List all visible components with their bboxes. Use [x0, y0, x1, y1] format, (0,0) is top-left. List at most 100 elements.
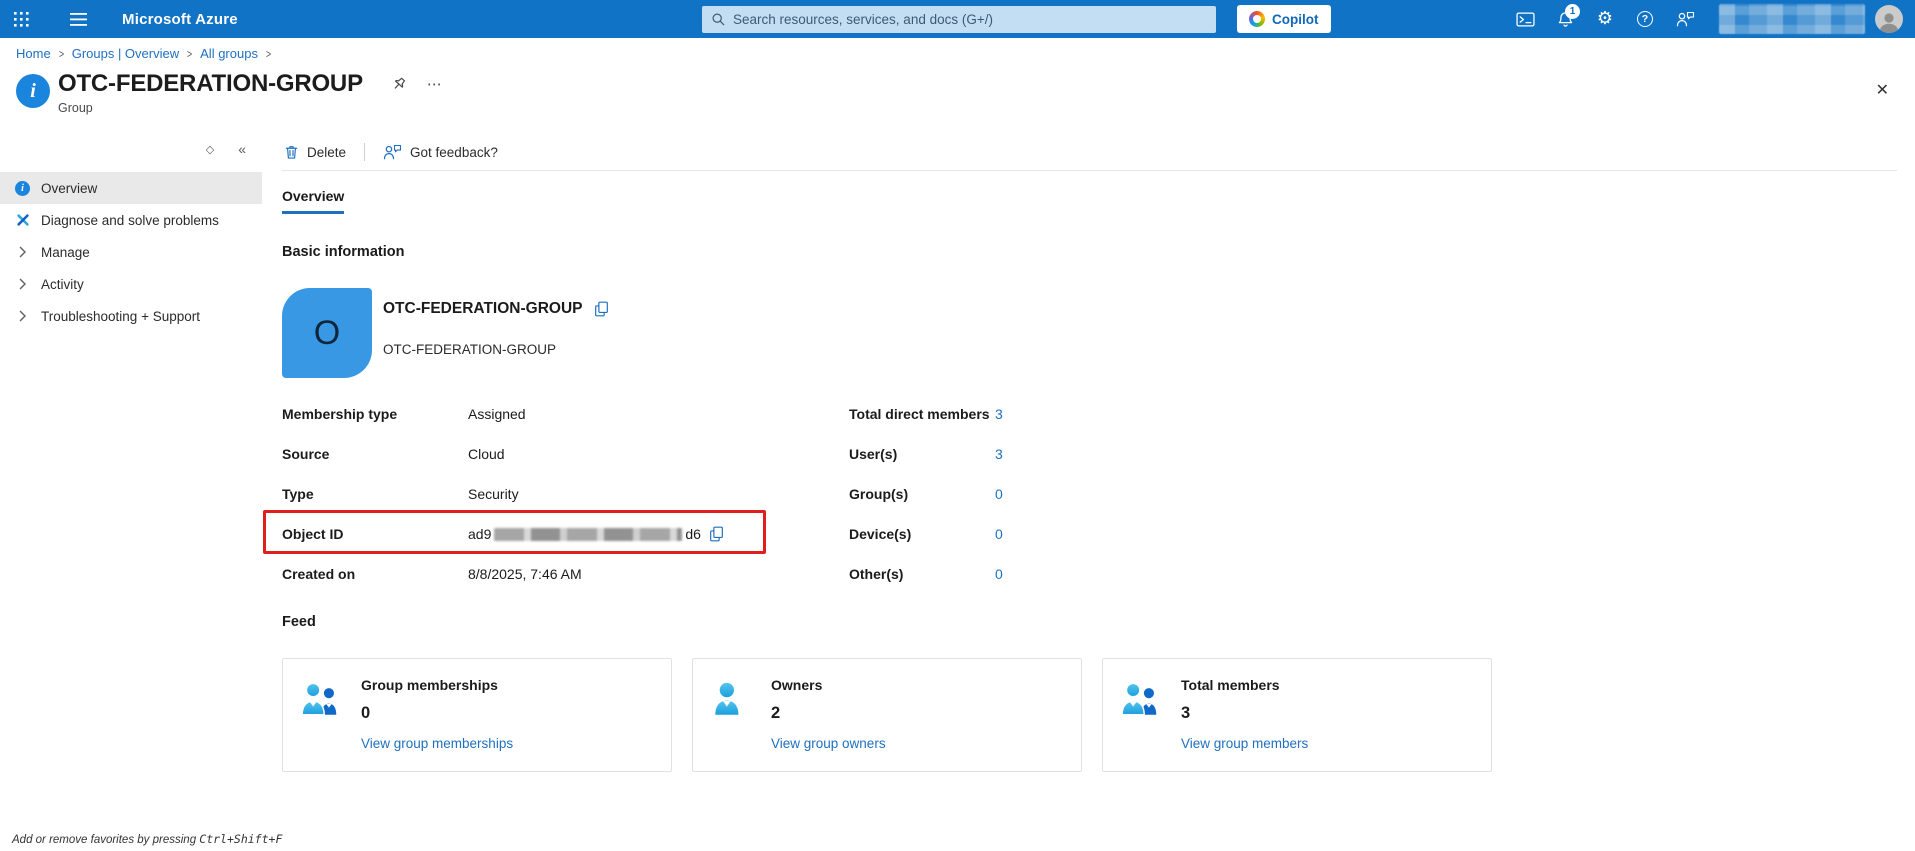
pin-button[interactable]: [391, 76, 407, 92]
cloud-shell-button[interactable]: [1505, 0, 1545, 38]
sidebar-resize-icon[interactable]: ◇: [206, 143, 214, 156]
portal-menu-button[interactable]: [56, 0, 100, 38]
waffle-icon: [14, 12, 29, 27]
object-id-prefix: ad9: [468, 526, 491, 542]
field-object-id: Object ID ad9 d6: [282, 514, 762, 554]
trash-icon: [284, 144, 299, 160]
terminal-icon: [1516, 12, 1535, 27]
feedback-icon: [383, 144, 402, 160]
field-devices: Device(s) 0: [849, 514, 1149, 554]
account-avatar[interactable]: [1875, 5, 1903, 33]
basic-info-fields-right: Total direct members 3 User(s) 3 Group(s…: [849, 394, 1149, 594]
chevron-right-icon: [14, 278, 31, 290]
field-groups: Group(s) 0: [849, 474, 1149, 514]
azure-portal-page: Microsoft Azure Copilot: [0, 0, 1915, 851]
help-button[interactable]: ?: [1625, 0, 1665, 38]
account-info-redacted[interactable]: [1719, 4, 1865, 34]
view-group-owners-link[interactable]: View group owners: [771, 736, 886, 751]
feed-cards: Group memberships 0 View group membershi…: [282, 658, 1492, 772]
feedback-button[interactable]: [1665, 0, 1705, 38]
search-input[interactable]: [733, 12, 1206, 27]
topbar: Microsoft Azure Copilot: [0, 0, 1915, 38]
sidebar-item-activity[interactable]: Activity: [0, 268, 262, 300]
basic-info-fields-left: Membership type Assigned Source Cloud Ty…: [282, 394, 762, 594]
view-group-memberships-link[interactable]: View group memberships: [361, 736, 513, 751]
product-title: Microsoft Azure: [122, 11, 238, 28]
page-subtitle: Group: [58, 101, 443, 115]
breadcrumb-separator: >: [266, 47, 271, 61]
card-total-members: Total members 3 View group members: [1102, 658, 1492, 772]
breadcrumb-groups-overview[interactable]: Groups | Overview: [72, 46, 179, 61]
field-created-on: Created on 8/8/2025, 7:46 AM: [282, 554, 762, 594]
total-direct-members-link[interactable]: 3: [995, 406, 1003, 422]
devices-count-link[interactable]: 0: [995, 526, 1003, 542]
field-source: Source Cloud: [282, 434, 762, 474]
person-silhouette-icon: [1877, 11, 1901, 33]
feedback-icon: [1676, 11, 1695, 27]
people-group-icon: [299, 677, 343, 771]
global-search[interactable]: [702, 6, 1216, 33]
sidebar-item-overview[interactable]: i Overview: [0, 172, 262, 204]
help-icon: ?: [1637, 11, 1653, 27]
settings-button[interactable]: ⚙: [1585, 0, 1625, 38]
content-divider: [282, 170, 1897, 171]
toolbar-divider: [364, 143, 365, 161]
users-count-link[interactable]: 3: [995, 446, 1003, 462]
card-title: Group memberships: [361, 677, 513, 693]
view-group-members-link[interactable]: View group members: [1181, 736, 1308, 751]
sidebar-item-manage[interactable]: Manage: [0, 236, 262, 268]
basic-information-heading: Basic information: [282, 244, 404, 260]
tools-icon: [14, 213, 31, 227]
got-feedback-button[interactable]: Got feedback?: [381, 140, 500, 164]
breadcrumb-home[interactable]: Home: [16, 46, 51, 61]
sidebar-item-label: Manage: [41, 245, 90, 260]
card-title: Total members: [1181, 677, 1308, 693]
group-info-icon: i: [16, 74, 50, 108]
gear-icon: ⚙: [1597, 10, 1613, 28]
card-title: Owners: [771, 677, 886, 693]
card-count: 0: [361, 704, 513, 723]
object-id-redacted: [494, 528, 682, 541]
breadcrumb-separator: >: [59, 47, 64, 61]
sidebar-item-troubleshooting[interactable]: Troubleshooting + Support: [0, 300, 262, 332]
keyboard-shortcut: Ctrl+Shift+F: [199, 832, 282, 846]
group-avatar: O: [282, 288, 372, 378]
page-header: i OTC-FEDERATION-GROUP ⋯ Group: [16, 70, 443, 115]
pin-icon: [391, 76, 407, 92]
field-total-direct-members: Total direct members 3: [849, 394, 1149, 434]
copilot-button[interactable]: Copilot: [1237, 5, 1331, 33]
feed-heading: Feed: [282, 614, 316, 630]
sidebar-item-label: Troubleshooting + Support: [41, 309, 200, 324]
copy-object-id-button[interactable]: [709, 526, 724, 542]
card-group-memberships: Group memberships 0 View group membershi…: [282, 658, 672, 772]
others-count-link[interactable]: 0: [995, 566, 1003, 582]
copy-group-name-button[interactable]: [594, 301, 609, 317]
sidebar-item-diagnose[interactable]: Diagnose and solve problems: [0, 204, 262, 236]
chevron-right-icon: [14, 246, 31, 258]
copy-icon: [594, 301, 609, 317]
chevron-right-icon: [14, 310, 31, 322]
people-group-icon: [1119, 677, 1163, 771]
groups-count-link[interactable]: 0: [995, 486, 1003, 502]
tab-overview[interactable]: Overview: [282, 188, 344, 214]
group-name-secondary: OTC-FEDERATION-GROUP: [383, 342, 556, 357]
object-id-suffix: d6: [685, 526, 701, 542]
more-actions-button[interactable]: ⋯: [427, 75, 443, 93]
copilot-icon: [1249, 11, 1265, 27]
field-type: Type Security: [282, 474, 762, 514]
copy-icon: [709, 526, 724, 542]
close-blade-button[interactable]: ✕: [1876, 80, 1889, 99]
favorites-hint: Add or remove favorites by pressing Ctrl…: [12, 832, 282, 846]
sidebar-collapse-icon[interactable]: «: [238, 141, 246, 157]
breadcrumb-all-groups[interactable]: All groups: [200, 46, 258, 61]
sidebar-item-label: Activity: [41, 277, 84, 292]
notifications-button[interactable]: 1: [1545, 0, 1585, 38]
breadcrumb: Home > Groups | Overview > All groups >: [16, 46, 272, 61]
page-title: OTC-FEDERATION-GROUP: [58, 70, 363, 98]
app-launcher-icon[interactable]: [0, 0, 42, 38]
card-owners: Owners 2 View group owners: [692, 658, 1082, 772]
card-count: 2: [771, 704, 886, 723]
person-icon: [709, 677, 753, 771]
field-others: Other(s) 0: [849, 554, 1149, 594]
delete-button[interactable]: Delete: [282, 140, 348, 164]
